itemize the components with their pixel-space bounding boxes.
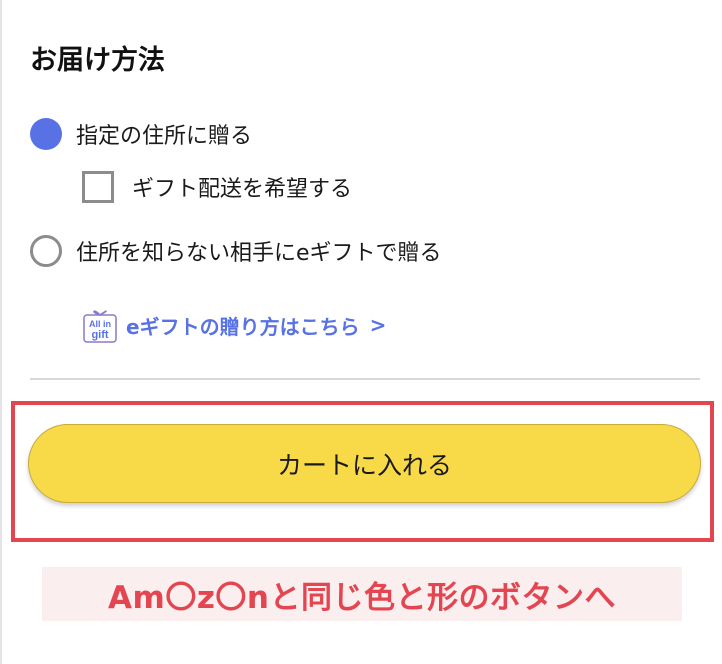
option-egift[interactable]: 住所を知らない相手にeギフトで贈る xyxy=(30,235,442,267)
radio-unselected-icon[interactable] xyxy=(30,235,62,267)
option-label: 指定の住所に贈る xyxy=(76,124,253,149)
egift-link-label: eギフトの贈り方はこちら xyxy=(126,314,360,339)
annotation-caption: Am〇z〇nと同じ色と形のボタンへ xyxy=(42,567,682,621)
gift-shipping-checkbox-row[interactable]: ギフト配送を希望する xyxy=(82,171,352,203)
add-to-cart-button[interactable]: カートに入れる xyxy=(28,424,701,503)
divider xyxy=(30,378,700,380)
annotation-text: Am〇z〇nと同じ色と形のボタンへ xyxy=(108,579,616,616)
radio-selected-icon[interactable] xyxy=(30,118,62,150)
option-label: 住所を知らない相手にeギフトで贈る xyxy=(76,241,442,266)
left-border xyxy=(0,0,2,664)
egift-howto-link[interactable]: All in gift eギフトの贈り方はこちら > xyxy=(82,307,386,343)
section-title: お届け方法 xyxy=(30,45,165,76)
checkbox-icon[interactable] xyxy=(82,171,114,203)
option-designated-address[interactable]: 指定の住所に贈る xyxy=(30,118,252,150)
chevron-right-icon: > xyxy=(369,313,387,337)
icon-text-bottom: gift xyxy=(91,329,108,341)
all-in-gift-icon: All in gift xyxy=(82,307,118,343)
checkbox-label: ギフト配送を希望する xyxy=(132,177,353,202)
icon-text-top: All in xyxy=(89,319,111,329)
